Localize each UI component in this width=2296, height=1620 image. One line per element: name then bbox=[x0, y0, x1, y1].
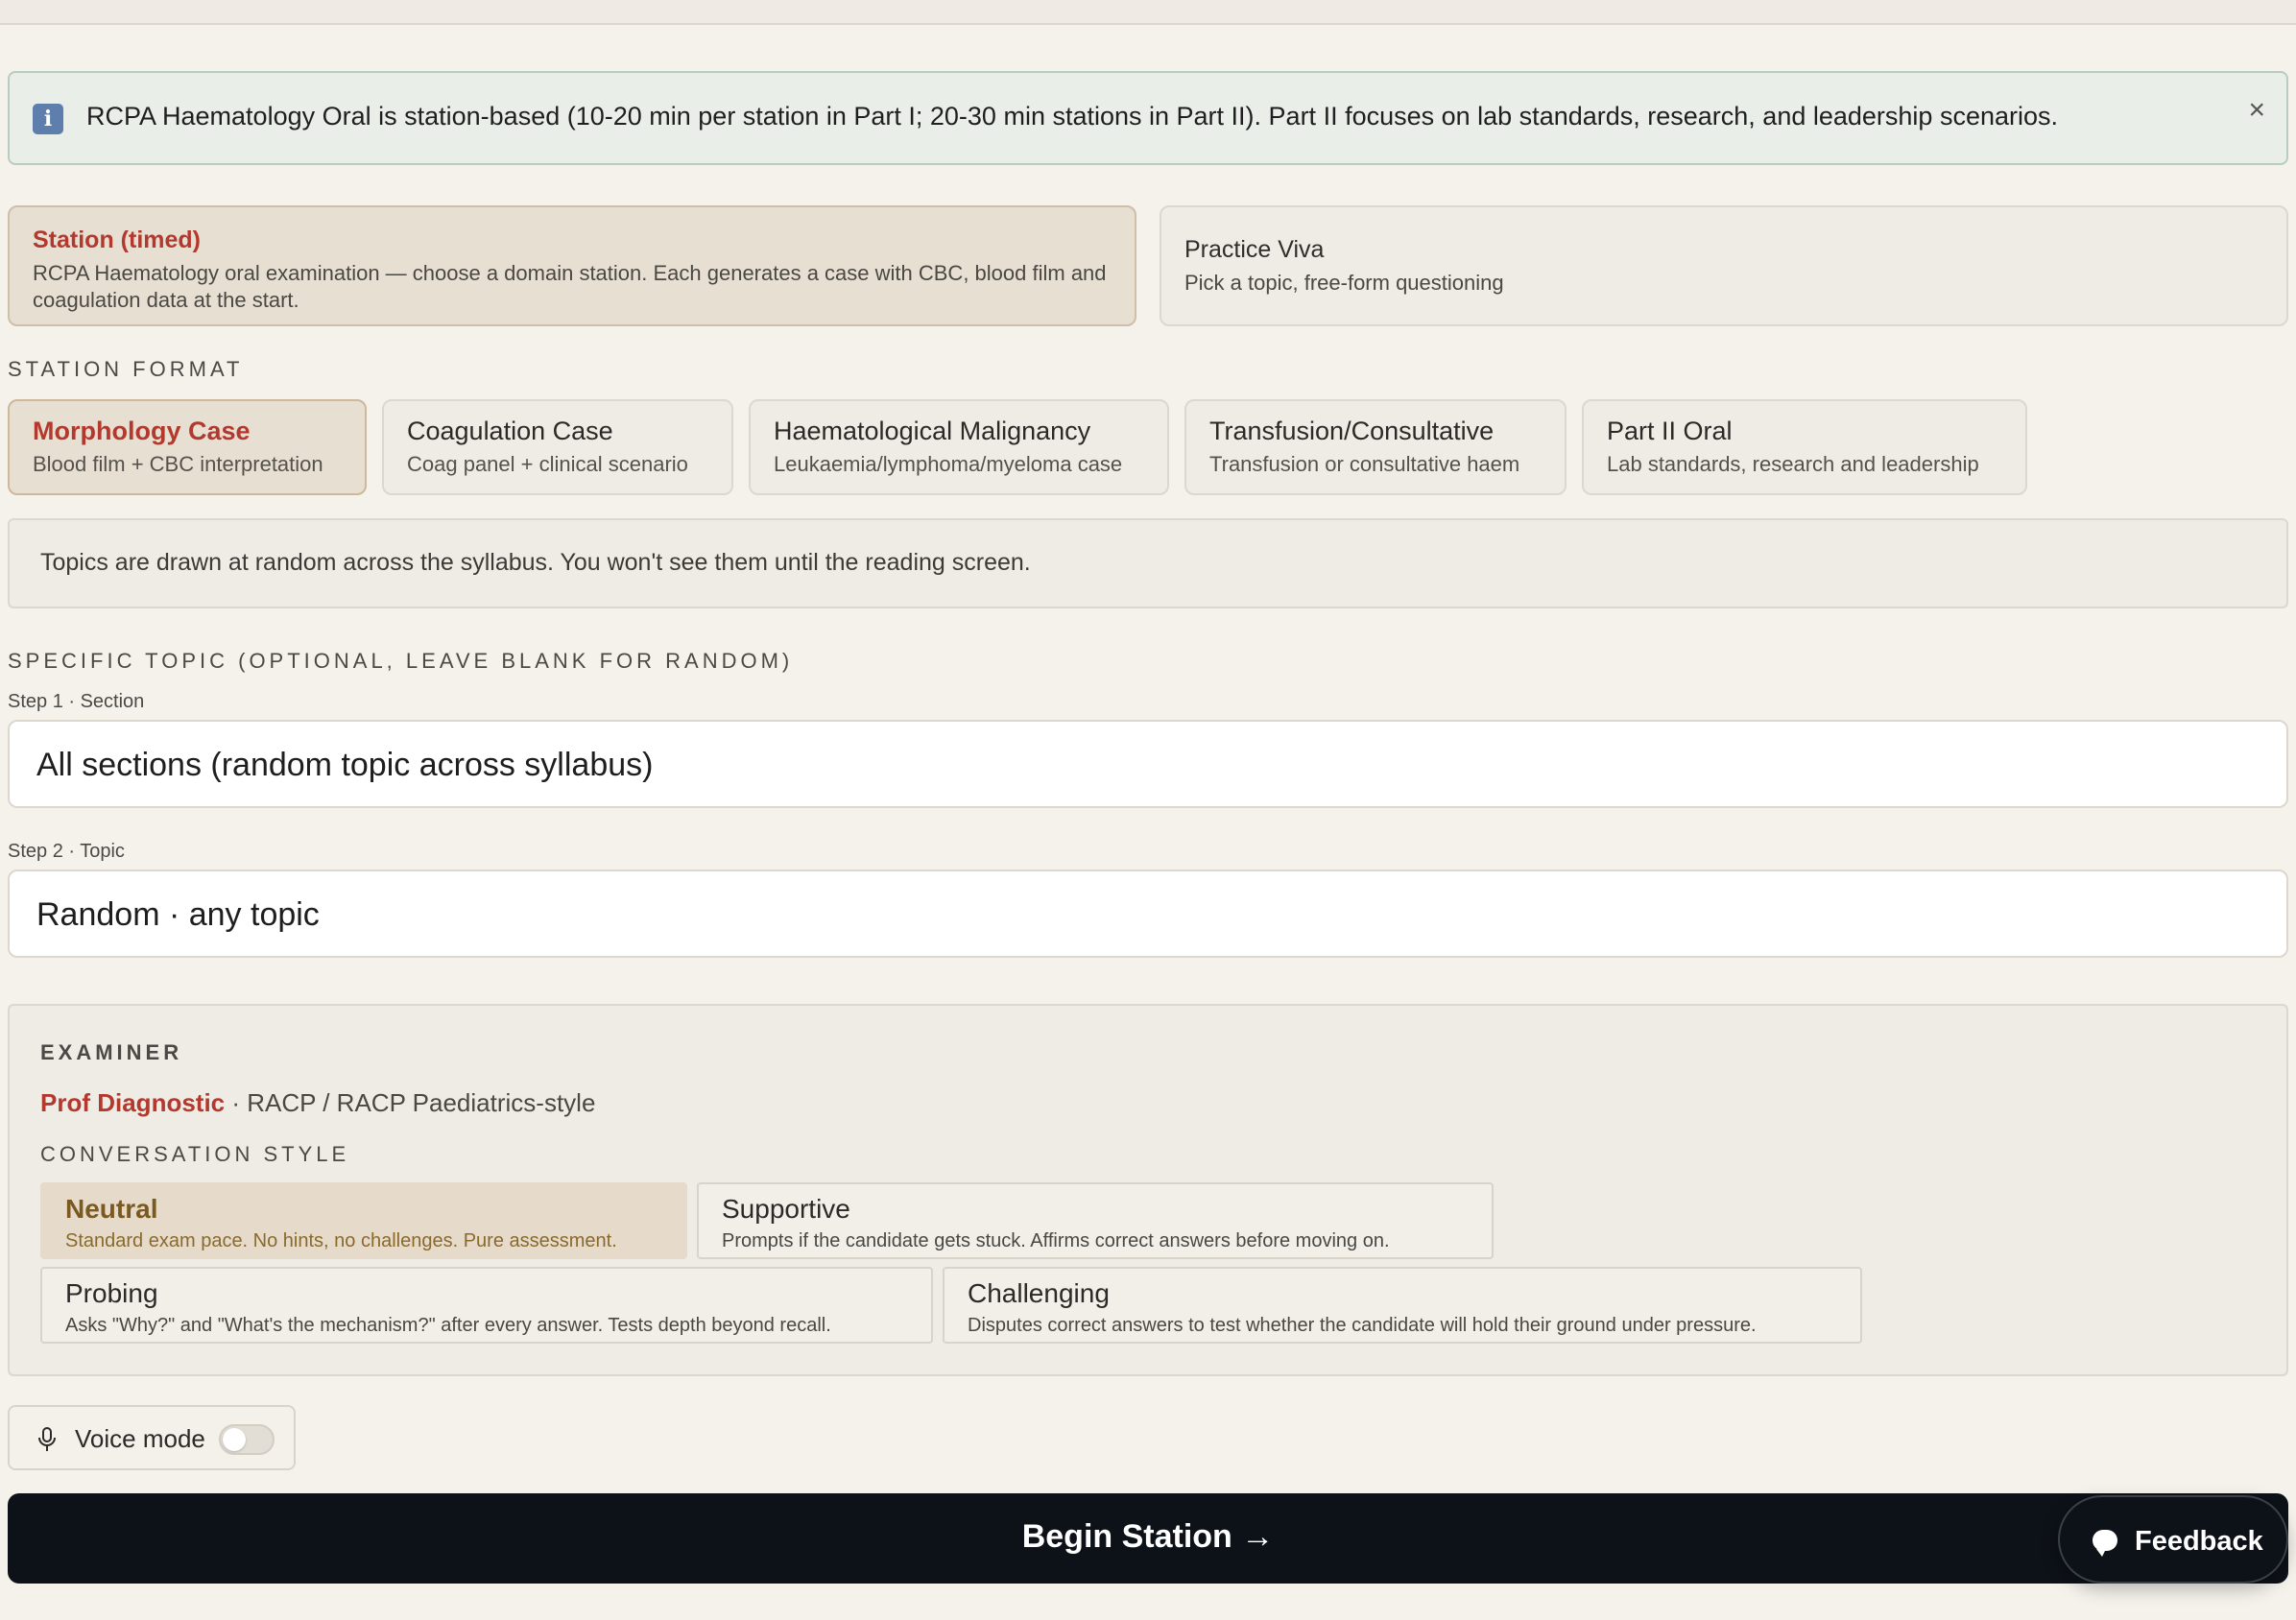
style-description: Prompts if the candidate gets stuck. Aff… bbox=[722, 1230, 1390, 1251]
style-neutral[interactable]: Neutral Standard exam pace. No hints, no… bbox=[40, 1182, 687, 1259]
format-coagulation-case[interactable]: Coagulation Case Coag panel + clinical s… bbox=[382, 399, 733, 495]
step2-label: Step 2 · Topic bbox=[8, 841, 125, 862]
microphone-icon bbox=[38, 1427, 56, 1451]
style-supportive[interactable]: Supportive Prompts if the candidate gets… bbox=[697, 1182, 1494, 1259]
mode-station-timed[interactable]: Station (timed) RCPA Haematology oral ex… bbox=[8, 205, 1136, 326]
examiner-heading: EXAMINER bbox=[40, 1040, 183, 1064]
topic-select[interactable]: Random · any topic bbox=[8, 870, 2288, 958]
voice-mode-control[interactable]: Voice mode bbox=[8, 1405, 296, 1470]
begin-station-label: Begin Station → bbox=[1021, 1518, 1275, 1555]
begin-station-button[interactable]: Begin Station → bbox=[8, 1493, 2288, 1584]
step1-label: Step 1 · Section bbox=[8, 691, 145, 712]
mode-practice-viva[interactable]: Practice Viva Pick a topic, free-form qu… bbox=[1160, 205, 2288, 326]
format-title: Coagulation Case bbox=[407, 417, 613, 445]
examiner-style: · RACP / RACP Paediatrics-style bbox=[225, 1088, 596, 1117]
style-title: Challenging bbox=[968, 1278, 1110, 1308]
info-icon: i bbox=[33, 104, 63, 134]
format-title: Part II Oral bbox=[1607, 417, 1733, 445]
station-format-heading: STATION FORMAT bbox=[8, 357, 244, 381]
voice-mode-toggle[interactable] bbox=[219, 1424, 275, 1455]
style-description: Standard exam pace. No hints, no challen… bbox=[65, 1230, 617, 1251]
format-subtitle: Transfusion or consultative haem bbox=[1209, 452, 1520, 476]
info-banner-text: RCPA Haematology Oral is station-based (… bbox=[86, 102, 2059, 131]
format-part-ii-oral[interactable]: Part II Oral Lab standards, research and… bbox=[1582, 399, 2027, 495]
style-description: Disputes correct answers to test whether… bbox=[968, 1315, 1757, 1336]
topic-select-value: Random · any topic bbox=[36, 896, 320, 933]
top-bar bbox=[0, 0, 2296, 25]
mode-description: RCPA Haematology oral examination — choo… bbox=[33, 261, 1107, 312]
random-topics-notice: Topics are drawn at random across the sy… bbox=[8, 518, 2288, 608]
style-title: Neutral bbox=[65, 1194, 158, 1224]
format-subtitle: Blood film + CBC interpretation bbox=[33, 452, 323, 476]
section-select-value: All sections (random topic across syllab… bbox=[36, 747, 654, 783]
mode-description: Pick a topic, free-form questioning bbox=[1184, 271, 1504, 295]
feedback-button[interactable]: Feedback bbox=[2058, 1495, 2288, 1584]
format-transfusion-consultative[interactable]: Transfusion/Consultative Transfusion or … bbox=[1184, 399, 1567, 495]
style-challenging[interactable]: Challenging Disputes correct answers to … bbox=[943, 1267, 1862, 1344]
format-subtitle: Lab standards, research and leadership bbox=[1607, 452, 1979, 476]
examiner-name: Prof Diagnostic bbox=[40, 1088, 226, 1117]
chat-bubble-icon bbox=[2093, 1530, 2117, 1557]
examiner-description: Prof Diagnostic · RACP / RACP Paediatric… bbox=[40, 1088, 595, 1118]
format-haematological-malignancy[interactable]: Haematological Malignancy Leukaemia/lymp… bbox=[749, 399, 1169, 495]
format-title: Transfusion/Consultative bbox=[1209, 417, 1495, 445]
section-select[interactable]: All sections (random topic across syllab… bbox=[8, 720, 2288, 808]
notice-text: Topics are drawn at random across the sy… bbox=[40, 549, 1031, 576]
toggle-knob bbox=[223, 1428, 246, 1451]
format-subtitle: Coag panel + clinical scenario bbox=[407, 452, 688, 476]
mode-title: Practice Viva bbox=[1184, 236, 1325, 263]
format-title: Morphology Case bbox=[33, 417, 251, 445]
style-title: Probing bbox=[65, 1278, 158, 1308]
format-title: Haematological Malignancy bbox=[774, 417, 1091, 445]
style-probing[interactable]: Probing Asks "Why?" and "What's the mech… bbox=[40, 1267, 933, 1344]
mode-title: Station (timed) bbox=[33, 226, 201, 253]
voice-mode-label: Voice mode bbox=[75, 1424, 205, 1453]
conversation-style-heading: CONVERSATION STYLE bbox=[40, 1142, 350, 1166]
style-title: Supportive bbox=[722, 1194, 850, 1224]
format-morphology-case[interactable]: Morphology Case Blood film + CBC interpr… bbox=[8, 399, 367, 495]
format-subtitle: Leukaemia/lymphoma/myeloma case bbox=[774, 452, 1123, 476]
close-icon[interactable]: × bbox=[2248, 94, 2265, 127]
feedback-label: Feedback bbox=[2135, 1526, 2263, 1557]
specific-topic-heading: SPECIFIC TOPIC (OPTIONAL, LEAVE BLANK FO… bbox=[8, 649, 794, 673]
style-description: Asks "Why?" and "What's the mechanism?" … bbox=[65, 1315, 831, 1336]
info-banner: i RCPA Haematology Oral is station-based… bbox=[8, 71, 2288, 165]
examiner-panel: EXAMINER Prof Diagnostic · RACP / RACP P… bbox=[8, 1004, 2288, 1376]
